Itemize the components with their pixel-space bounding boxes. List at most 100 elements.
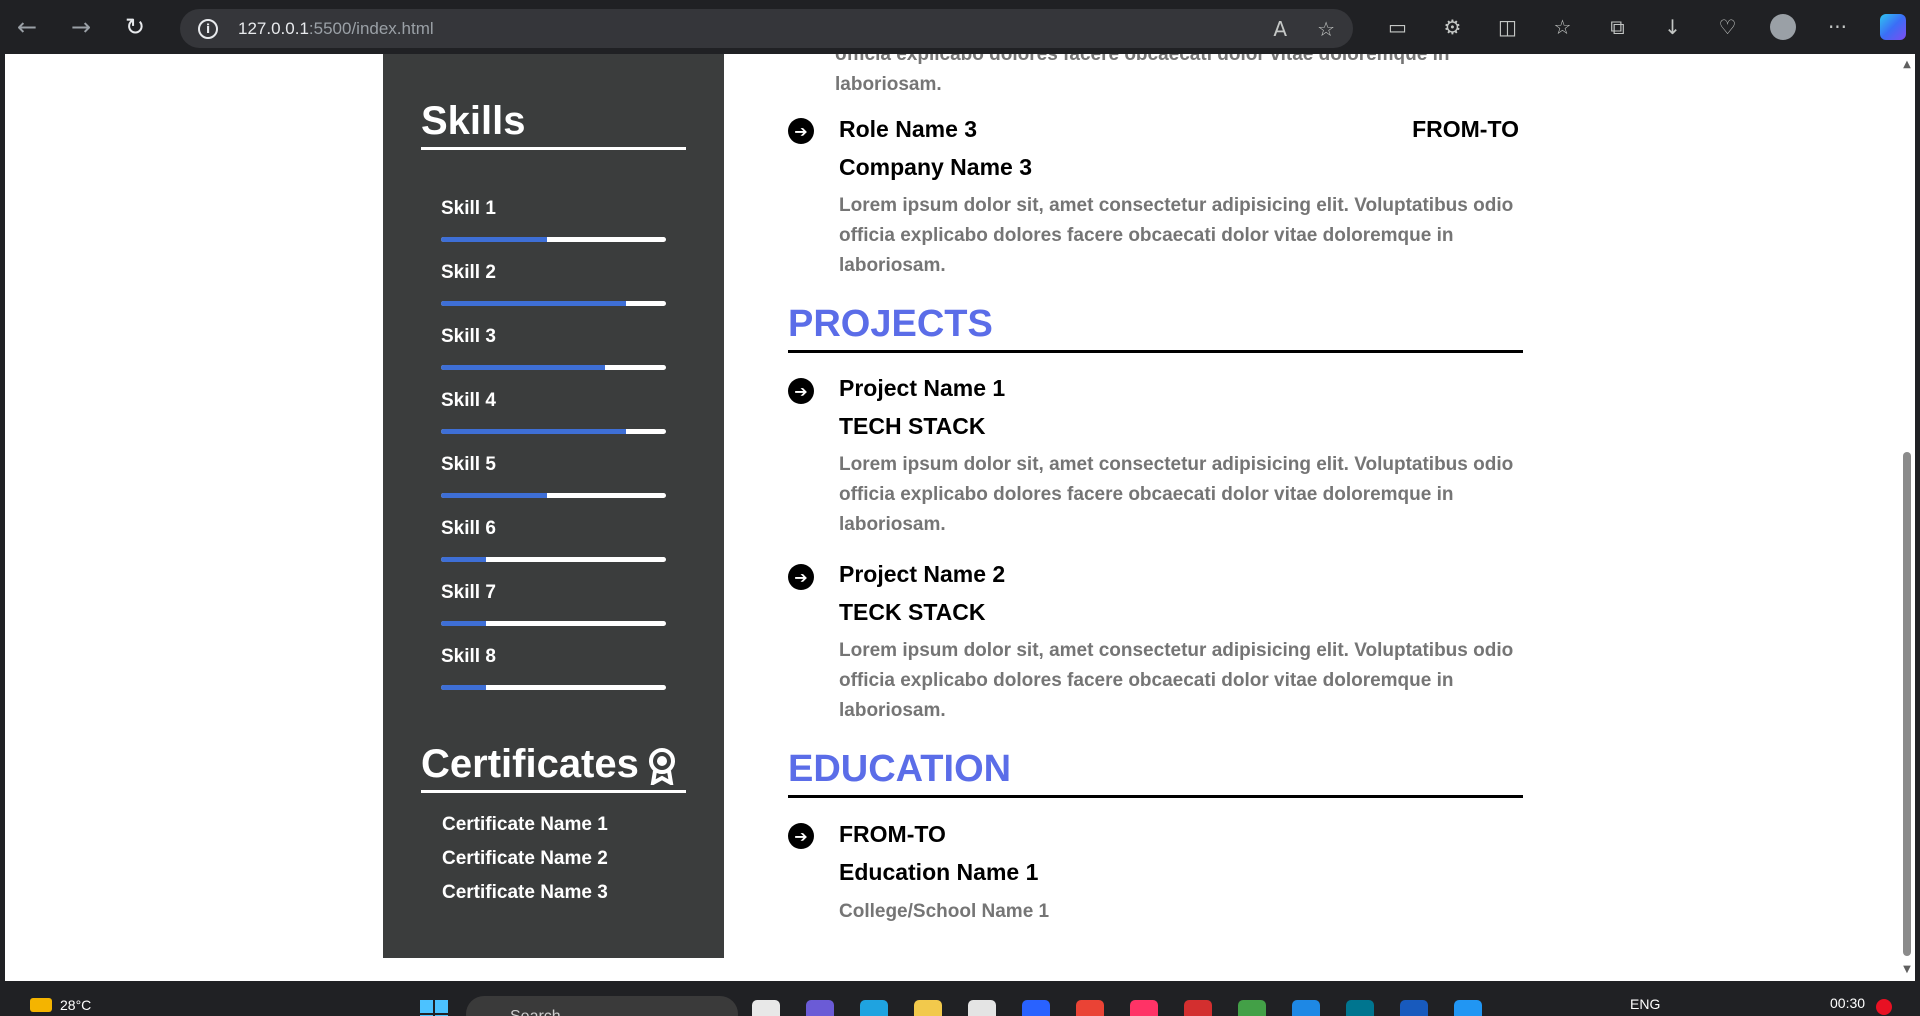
skill-bar [441, 365, 666, 370]
certificates-heading: Certificates [421, 742, 677, 787]
education-name: Education Name 1 [839, 859, 1039, 885]
skill-bar-fill [441, 429, 626, 434]
certificates-title: Certificates [421, 742, 639, 786]
education-heading: EDUCATION [788, 748, 1012, 790]
skill-item: Skill 2 [441, 262, 666, 306]
skill-bar-fill [441, 621, 486, 626]
back-button[interactable]: ← [0, 0, 54, 54]
company-name: Company Name 3 [839, 154, 1033, 180]
projects-divider [788, 350, 1523, 353]
jetbrains-icon[interactable] [1130, 1000, 1158, 1016]
skill-name: Skill 7 [441, 582, 496, 603]
skill-name: Skill 6 [441, 518, 496, 539]
skills-divider [421, 147, 686, 150]
education-divider [788, 795, 1523, 798]
skill-item: Skill 7 [441, 582, 666, 626]
skill-item: Skill 1 [441, 198, 666, 242]
chrome-icon[interactable] [1076, 1000, 1104, 1016]
scroll-down-arrow-icon[interactable]: ▼ [1902, 965, 1912, 975]
skill-item: Skill 6 [441, 518, 666, 562]
skill-name: Skill 3 [441, 326, 496, 347]
favorites-icon[interactable]: ☆ [1535, 0, 1590, 54]
mysql-icon[interactable] [1346, 1000, 1374, 1016]
skill-item: Skill 4 [441, 390, 666, 434]
language-indicator[interactable]: ENG [1630, 996, 1660, 1012]
role-description: Lorem ipsum dolor sit, amet consectetur … [839, 195, 1514, 276]
skill-bar [441, 301, 666, 306]
medal-icon [648, 748, 675, 786]
copilot-icon [1879, 14, 1906, 40]
screen-cast-icon[interactable]: ▭ [1370, 0, 1425, 54]
skills-heading: Skills [421, 99, 526, 143]
browser-essentials-icon[interactable]: ♡ [1700, 0, 1755, 54]
skill-bar [441, 493, 666, 498]
project-description: Lorem ipsum dolor sit, amet consectetur … [839, 454, 1514, 535]
skill-name: Skill 8 [441, 646, 496, 667]
skill-bar-fill [441, 237, 547, 242]
taskbar-search[interactable]: Search [466, 996, 738, 1016]
copilot-button[interactable] [1865, 0, 1920, 54]
skill-bar [441, 557, 666, 562]
previous-entry-description: officia explicabo dolores facere obcaeca… [835, 54, 1450, 95]
education-period: FROM-TO [839, 821, 946, 847]
split-screen-icon[interactable]: ◫ [1480, 0, 1535, 54]
skill-name: Skill 2 [441, 262, 496, 283]
task-view-icon[interactable] [752, 1000, 780, 1016]
skill-name: Skill 1 [441, 198, 496, 219]
resume-sidebar: Skills Skill 1 Skill 2 Skill 3 Skill 4 Skill… [383, 54, 724, 958]
project-description: Lorem ipsum dolor sit, amet consectetur … [839, 640, 1514, 721]
certificates-divider [421, 790, 686, 793]
edge-icon[interactable] [860, 1000, 888, 1016]
school-name: College/School Name 1 [839, 901, 1050, 922]
site-info-icon[interactable]: i [198, 18, 218, 39]
project-stack: TECK STACK [839, 599, 986, 625]
teams-icon[interactable] [806, 1000, 834, 1016]
profile-button[interactable] [1755, 0, 1810, 54]
url-host: 127.0.0.1 [238, 18, 309, 38]
browser-toolbar: ← → ↻ i 127.0.0.1:5500/index.html A ☆ ▭ … [0, 0, 1920, 54]
more-menu-icon[interactable]: ··· [1810, 0, 1865, 54]
weather-widget[interactable]: 28°C [30, 997, 91, 1013]
role-name: Role Name 3 [839, 116, 978, 142]
file-explorer-icon[interactable] [914, 1000, 942, 1016]
clock[interactable]: 00:30 [1830, 995, 1865, 1011]
certificate-item: Certificate Name 2 [442, 848, 608, 869]
certificate-item: Certificate Name 3 [442, 882, 608, 903]
projects-heading: PROJECTS [788, 303, 993, 345]
store-icon[interactable] [968, 1000, 996, 1016]
app-icon[interactable] [1022, 1000, 1050, 1016]
reload-button[interactable]: ↻ [108, 0, 162, 54]
project-stack: TECH STACK [839, 413, 986, 439]
weather-icon [30, 998, 52, 1012]
skill-item: Skill 5 [441, 454, 666, 498]
skill-bar-fill [441, 685, 486, 690]
app-icon[interactable] [1238, 1000, 1266, 1016]
certificate-item: Certificate Name 1 [442, 814, 608, 835]
address-bar[interactable]: i 127.0.0.1:5500/index.html A ☆ [180, 9, 1353, 48]
skill-bar-fill [441, 557, 486, 562]
downloads-icon[interactable]: ↓ [1645, 0, 1700, 54]
app-icon[interactable] [1184, 1000, 1212, 1016]
url-text[interactable]: 127.0.0.1:5500/index.html [238, 19, 434, 39]
collections-icon[interactable]: ⧉ [1590, 0, 1645, 54]
temperature: 28°C [60, 997, 92, 1013]
notepad-icon[interactable] [1292, 1000, 1320, 1016]
skill-bar-fill [441, 493, 547, 498]
extensions-icon[interactable]: ⚙ [1425, 0, 1480, 54]
scrollbar-thumb[interactable] [1903, 452, 1911, 956]
skill-name: Skill 4 [441, 390, 496, 411]
vertical-scrollbar[interactable]: ▲ ▼ [1899, 54, 1915, 981]
start-button[interactable] [420, 1000, 448, 1016]
skill-name: Skill 5 [441, 454, 496, 475]
skill-bar [441, 237, 666, 242]
word-icon[interactable] [1400, 1000, 1428, 1016]
vscode-icon[interactable] [1454, 1000, 1482, 1016]
notification-badge[interactable] [1876, 999, 1892, 1015]
favorite-star-icon[interactable]: ☆ [1317, 17, 1335, 41]
arrow-right-icon: ➔ [788, 378, 814, 404]
forward-button[interactable]: → [54, 0, 108, 54]
scroll-up-arrow-icon[interactable]: ▲ [1902, 60, 1912, 70]
windows-taskbar: 28°C Search ENG 00:30 [0, 986, 1920, 1016]
project-name: Project Name 1 [839, 375, 1006, 401]
read-aloud-icon[interactable]: A [1273, 17, 1287, 41]
